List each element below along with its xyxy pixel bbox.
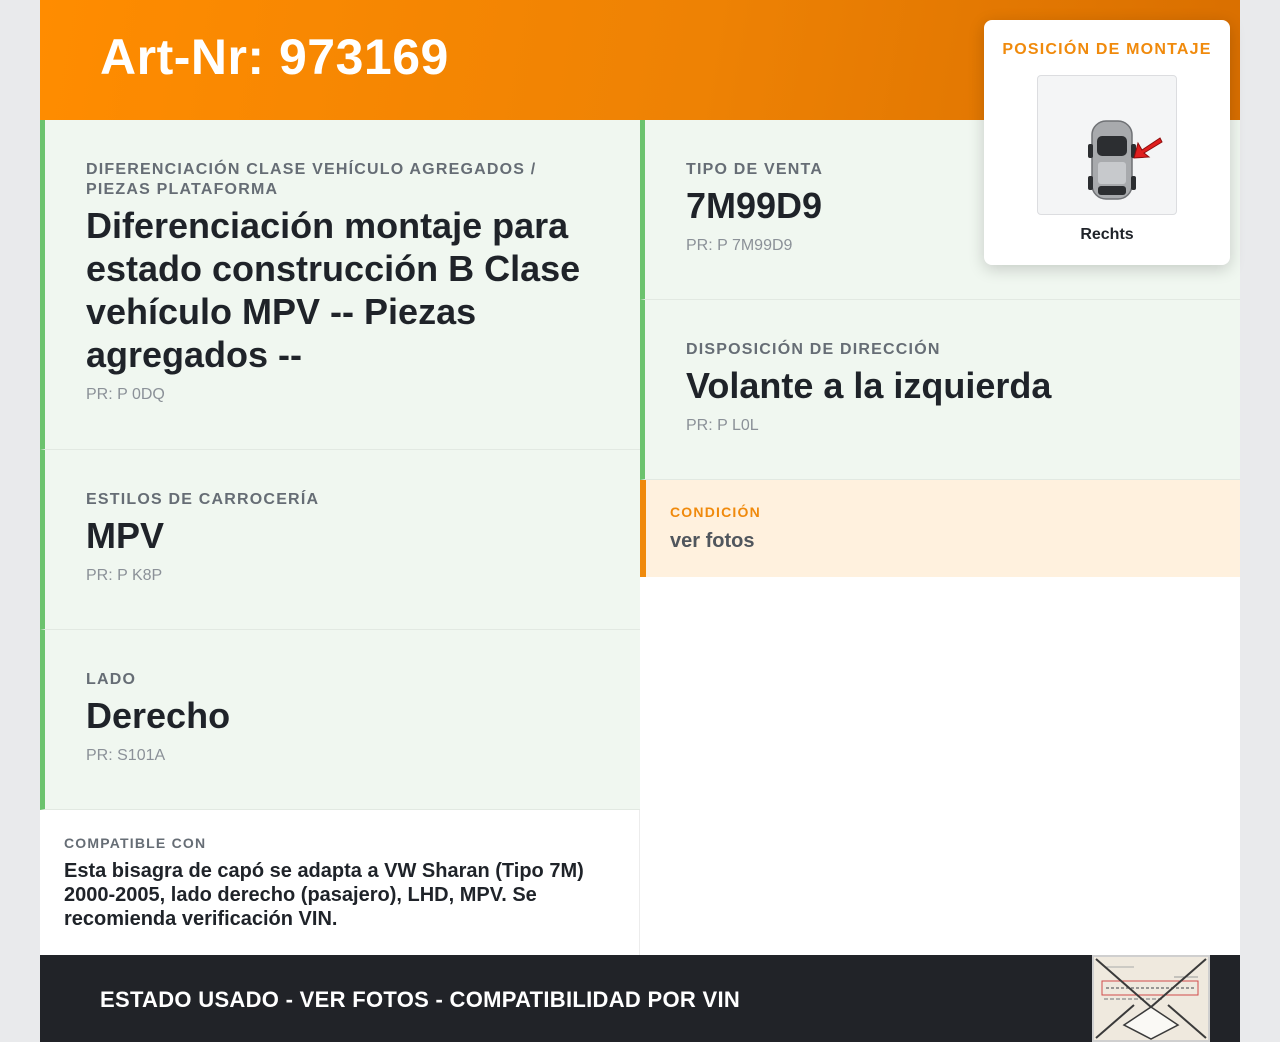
label-photo-image: [1094, 957, 1208, 1040]
info-cell-body-style: ESTILOS DE CARROCERÍA MPV PR: P K8P: [40, 450, 640, 630]
cell-pr-code: PR: S101A: [86, 747, 166, 764]
compatibility-section: COMPATIBLE CON Esta bisagra de capó se a…: [64, 835, 624, 931]
car-diagram: [1088, 120, 1163, 200]
cell-value: MPV: [86, 515, 165, 556]
cell-pr-code: PR: P 0DQ: [86, 386, 165, 403]
mount-position-title: POSICIÓN DE MONTAJE: [1002, 41, 1212, 58]
cell-label: DISPOSICIÓN DE DIRECCIÓN: [686, 341, 941, 358]
footer-text: ESTADO USADO - VER FOTOS - COMPATIBILIDA…: [100, 987, 741, 1012]
info-cell-steering: DISPOSICIÓN DE DIRECCIÓN Volante a la iz…: [640, 300, 1240, 480]
compatibility-label: COMPATIBLE CON: [64, 835, 207, 851]
cell-pr-code: PR: P L0L: [686, 417, 759, 434]
condition-box: CONDICIÓN ver fotos: [640, 480, 1240, 577]
info-cell-side: LADO Derecho PR: S101A: [40, 630, 640, 810]
mount-position-caption: Rechts: [1080, 226, 1134, 243]
compatibility-text: Esta bisagra de capó se adapta a VW Shar…: [64, 860, 584, 930]
cell-label: DIFERENCIACIÓN CLASE VEHÍCULO AGREGADOS …: [86, 161, 537, 198]
car-top-view-icon[interactable]: [1037, 75, 1177, 215]
condition-label: CONDICIÓN: [670, 504, 761, 520]
cell-pr-code: PR: P K8P: [86, 567, 163, 584]
cell-value: Volante a la izquierda: [686, 365, 1052, 406]
condition-text: ver fotos: [670, 530, 755, 552]
cell-label: LADO: [86, 671, 137, 688]
cell-value: Diferenciación montaje para estado const…: [86, 205, 581, 375]
article-number-title: Art-Nr: 973169: [100, 29, 449, 85]
mount-position-card: POSICIÓN DE MONTAJE Rechts: [984, 20, 1230, 265]
cell-value: Derecho: [86, 695, 231, 736]
footer-bar: ESTADO USADO - VER FOTOS - COMPATIBILIDA…: [40, 955, 1240, 1042]
label-photo-thumbnail[interactable]: [1092, 955, 1210, 1042]
column-divider: [639, 810, 640, 955]
info-cell-platform: DIFERENCIACIÓN CLASE VEHÍCULO AGREGADOS …: [40, 120, 640, 450]
cell-label: ESTILOS DE CARROCERÍA: [86, 491, 320, 508]
